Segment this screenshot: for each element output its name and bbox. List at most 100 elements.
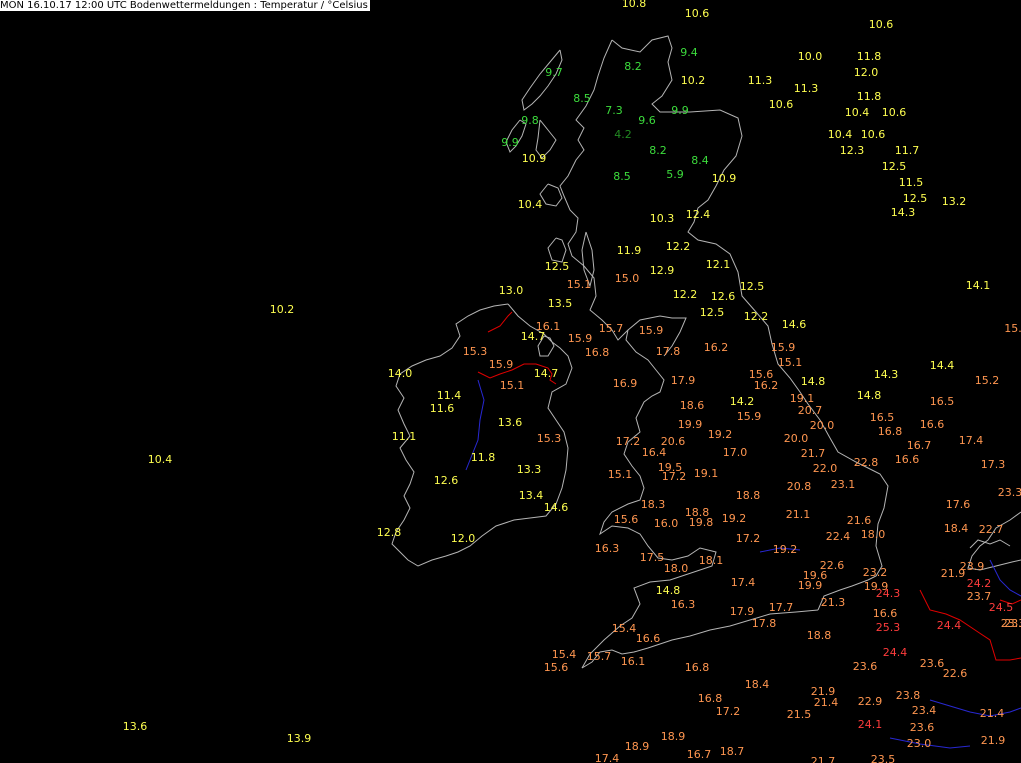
temperature-reading: 10.2 (681, 74, 706, 87)
temperature-reading: 21.5 (787, 708, 812, 721)
temperature-reading: 16.8 (585, 346, 610, 359)
temperature-reading: 14.0 (388, 367, 413, 380)
temperature-reading: 15.0 (615, 272, 640, 285)
temperature-reading: 12.8 (377, 526, 402, 539)
temperature-reading: 22.4 (826, 530, 851, 543)
temperature-reading: 22.0 (813, 462, 838, 475)
temperature-reading: 23. (1004, 617, 1021, 630)
temperature-reading: 13.6 (498, 416, 523, 429)
temperature-reading: 10.4 (845, 106, 870, 119)
temperature-reading: 16.2 (704, 341, 729, 354)
mull (539, 183, 563, 207)
temperature-reading: 24.5 (989, 601, 1014, 614)
temperature-reading: 23.6 (910, 721, 935, 734)
temperature-reading: 14.6 (782, 318, 807, 331)
temperature-reading: 10.4 (518, 198, 543, 211)
temperature-reading: 13.0 (499, 284, 524, 297)
temperature-reading: 14.2 (730, 395, 755, 408)
temperature-reading: 21.9 (981, 734, 1006, 747)
temperature-reading: 21.7 (801, 447, 826, 460)
temperature-reading: 23.4 (912, 704, 937, 717)
temperature-reading: 18.0 (664, 562, 689, 575)
temperature-reading: 19.2 (773, 543, 798, 556)
temperature-reading: 9.8 (521, 114, 539, 127)
temperature-reading: 16.8 (685, 661, 710, 674)
temperature-reading: 11.6 (430, 402, 455, 415)
temperature-reading: 17.3 (981, 458, 1006, 471)
temperature-reading: 13.5 (548, 297, 573, 310)
temperature-reading: 9.6 (638, 114, 656, 127)
temperature-reading: 12.6 (434, 474, 459, 487)
temperature-reading: 12.5 (545, 260, 570, 273)
temperature-reading: 16.7 (687, 748, 712, 761)
temperature-reading: 23.2 (863, 566, 888, 579)
temperature-reading: 20.0 (784, 432, 809, 445)
weather-map: 10.8 10.6 10.6 9.4 10.0 11.8 8.2 9.7 12.0 10.2 11.… (123, 0, 1021, 763)
temperature-reading: 8.2 (649, 144, 667, 157)
temperature-reading: 17.8 (656, 345, 681, 358)
temperature-reading: 22.7 (979, 523, 1004, 536)
temperature-reading: 21.9 (941, 567, 966, 580)
temperature-labels: 10.8 10.6 10.6 9.4 10.0 11.8 8.2 9.7 12.0 10.2 11.… (123, 0, 1021, 763)
temperature-reading: 12.4 (686, 208, 711, 221)
temperature-reading: 10.6 (685, 7, 710, 20)
temperature-reading: 24.2 (967, 577, 992, 590)
hebrides-outer (521, 49, 563, 111)
temperature-reading: 16.6 (636, 632, 661, 645)
temperature-reading: 20.0 (810, 419, 835, 432)
temperature-reading: 21.7 (811, 755, 836, 763)
temperature-reading: 24.4 (883, 646, 908, 659)
islay (547, 237, 567, 263)
temperature-reading: 16.5 (870, 411, 895, 424)
wales-coast (581, 315, 717, 669)
temperature-reading: 13.3 (517, 463, 542, 476)
temperature-reading: 17.9 (671, 374, 696, 387)
temperature-reading: 20.7 (798, 404, 823, 417)
temperature-reading: 17.4 (959, 434, 984, 447)
temperature-reading: 10.0 (798, 50, 823, 63)
temperature-reading: 10.6 (882, 106, 907, 119)
temperature-reading: 17.2 (736, 532, 761, 545)
temperature-reading: 18.3 (641, 498, 666, 511)
temperature-reading: 7.3 (605, 104, 623, 117)
temperature-reading: 16.1 (621, 655, 646, 668)
temperature-reading: 10.8 (622, 0, 647, 10)
temperature-reading: 18.4 (745, 678, 770, 691)
temperature-reading: 25.3 (876, 621, 901, 634)
temperature-reading: 19.2 (708, 428, 733, 441)
temperature-reading: 8.4 (691, 154, 709, 167)
temperature-reading: 21.6 (847, 514, 872, 527)
temperature-reading: 13.4 (519, 489, 544, 502)
temperature-reading: 15.2 (975, 374, 1000, 387)
temperature-reading: 17.9 (730, 605, 755, 618)
temperature-reading: 12.5 (882, 160, 907, 173)
temperature-reading: 14.3 (891, 206, 916, 219)
temperature-reading: 12.0 (451, 532, 476, 545)
temperature-reading: 8.5 (573, 92, 591, 105)
temperature-reading: 14.1 (966, 279, 991, 292)
scotland-west-coast (559, 39, 629, 341)
temperature-reading: 14.8 (857, 389, 882, 402)
temperature-reading: 19.8 (689, 516, 714, 529)
temperature-reading: 10.9 (712, 172, 737, 185)
temperature-reading: 22.8 (854, 456, 879, 469)
temperature-reading: 15.1 (608, 468, 633, 481)
temperature-reading: 14.7 (521, 330, 546, 343)
temperature-reading: 15.6 (614, 513, 639, 526)
temperature-reading: 14.3 (874, 368, 899, 381)
temperature-reading: 19.9 (798, 579, 823, 592)
temperature-reading: 17.4 (731, 576, 756, 589)
temperature-reading: 14.8 (656, 584, 681, 597)
temperature-reading: 13.2 (942, 195, 967, 208)
temperature-reading: 9.4 (680, 46, 698, 59)
temperature-reading: 11.8 (857, 50, 882, 63)
temperature-reading: 17.7 (769, 601, 794, 614)
temperature-reading: 15.4 (552, 648, 577, 661)
temperature-reading: 12.5 (903, 192, 928, 205)
temperature-reading: 10.2 (270, 303, 295, 316)
temperature-reading: 11.5 (899, 176, 924, 189)
temperature-reading: 8.5 (613, 170, 631, 183)
temperature-reading: 15.3 (463, 345, 488, 358)
temperature-reading: 11.4 (437, 389, 462, 402)
temperature-reading: 15. (1004, 322, 1021, 335)
